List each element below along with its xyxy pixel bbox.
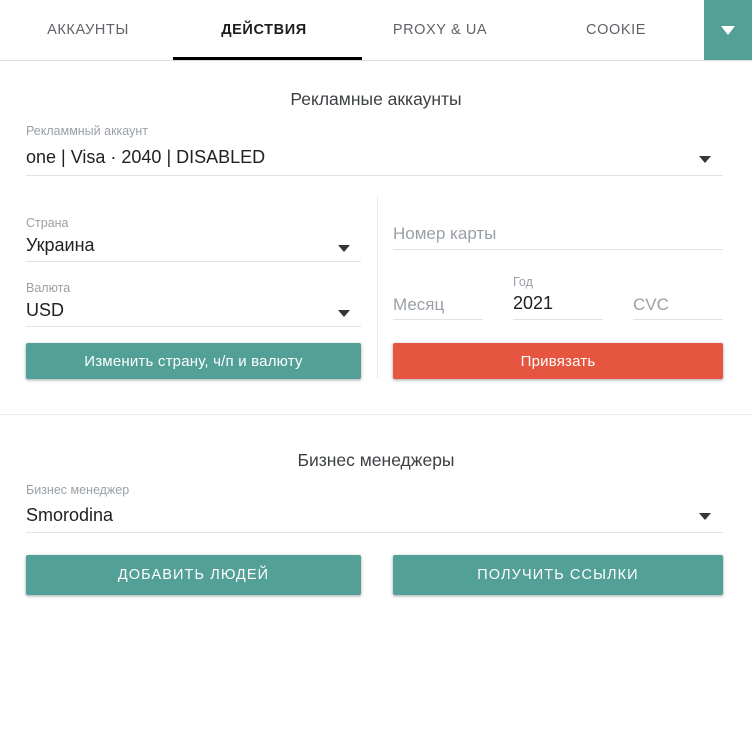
active-tab-indicator [173, 57, 362, 60]
ad-accounts-section-title: Рекламные аккаунты [290, 89, 462, 109]
ad-account-label: Рекламмный аккаунт [26, 124, 148, 138]
triangle-down-icon[interactable] [338, 310, 350, 317]
ad-account-select-value[interactable]: one | Visa · 2040 | DISABLED [26, 145, 265, 169]
currency-underline [26, 326, 361, 327]
card-year-underline [513, 319, 603, 320]
card-month-input[interactable]: Месяц [393, 293, 444, 317]
tab-actions[interactable]: ДЕЙСТВИЯ [176, 0, 352, 60]
bind-card-button[interactable]: Привязать [393, 343, 723, 379]
add-people-button[interactable]: ДОБАВИТЬ ЛЮДЕЙ [26, 555, 361, 595]
currency-select-value[interactable]: USD [26, 298, 64, 322]
country-underline [26, 261, 361, 262]
country-label: Страна [26, 216, 69, 230]
currency-label: Валюта [26, 281, 71, 295]
ad-account-underline [26, 175, 723, 176]
business-managers-section-title: Бизнес менеджеры [297, 450, 455, 470]
business-manager-label: Бизнес менеджер [26, 483, 130, 497]
card-number-input[interactable]: Номер карты [393, 222, 496, 246]
card-year-input[interactable]: 2021 [513, 291, 553, 315]
business-manager-underline [26, 532, 723, 533]
section-divider [0, 414, 752, 415]
tab-list: АККАУНТЫ ДЕЙСТВИЯ PROXY & UA COOKIE [0, 0, 752, 60]
add-people-button-label: ДОБАВИТЬ ЛЮДЕЙ [117, 567, 270, 583]
tab-accounts[interactable]: АККАУНТЫ [0, 0, 176, 60]
country-select-value[interactable]: Украина [26, 233, 95, 257]
card-cvc-underline [633, 319, 723, 320]
triangle-down-icon[interactable] [699, 156, 711, 163]
card-month-underline [393, 319, 483, 320]
get-links-button-label: ПОЛУЧИТЬ ССЫЛКИ [477, 567, 639, 583]
tab-proxy-ua[interactable]: PROXY & UA [352, 0, 528, 60]
card-year-label: Год [513, 275, 533, 289]
card-number-underline [393, 249, 723, 250]
tab-bar: АККАУНТЫ ДЕЙСТВИЯ PROXY & UA COOKIE [0, 0, 752, 61]
change-country-currency-button[interactable]: Изменить страну, ч/п и валюту [26, 343, 361, 379]
triangle-down-icon[interactable] [699, 513, 711, 520]
triangle-down-icon[interactable] [338, 245, 350, 252]
business-manager-select-value[interactable]: Smorodina [26, 503, 113, 527]
get-links-button[interactable]: ПОЛУЧИТЬ ССЫЛКИ [393, 555, 723, 595]
bind-card-button-label: Привязать [520, 352, 596, 370]
card-cvc-input[interactable]: CVC [633, 293, 669, 317]
more-tabs-button[interactable] [704, 0, 752, 60]
change-country-currency-button-label: Изменить страну, ч/п и валюту [84, 352, 303, 370]
tab-cookie[interactable]: COOKIE [528, 0, 704, 60]
chevron-down-icon [721, 25, 735, 35]
column-divider [377, 196, 378, 378]
